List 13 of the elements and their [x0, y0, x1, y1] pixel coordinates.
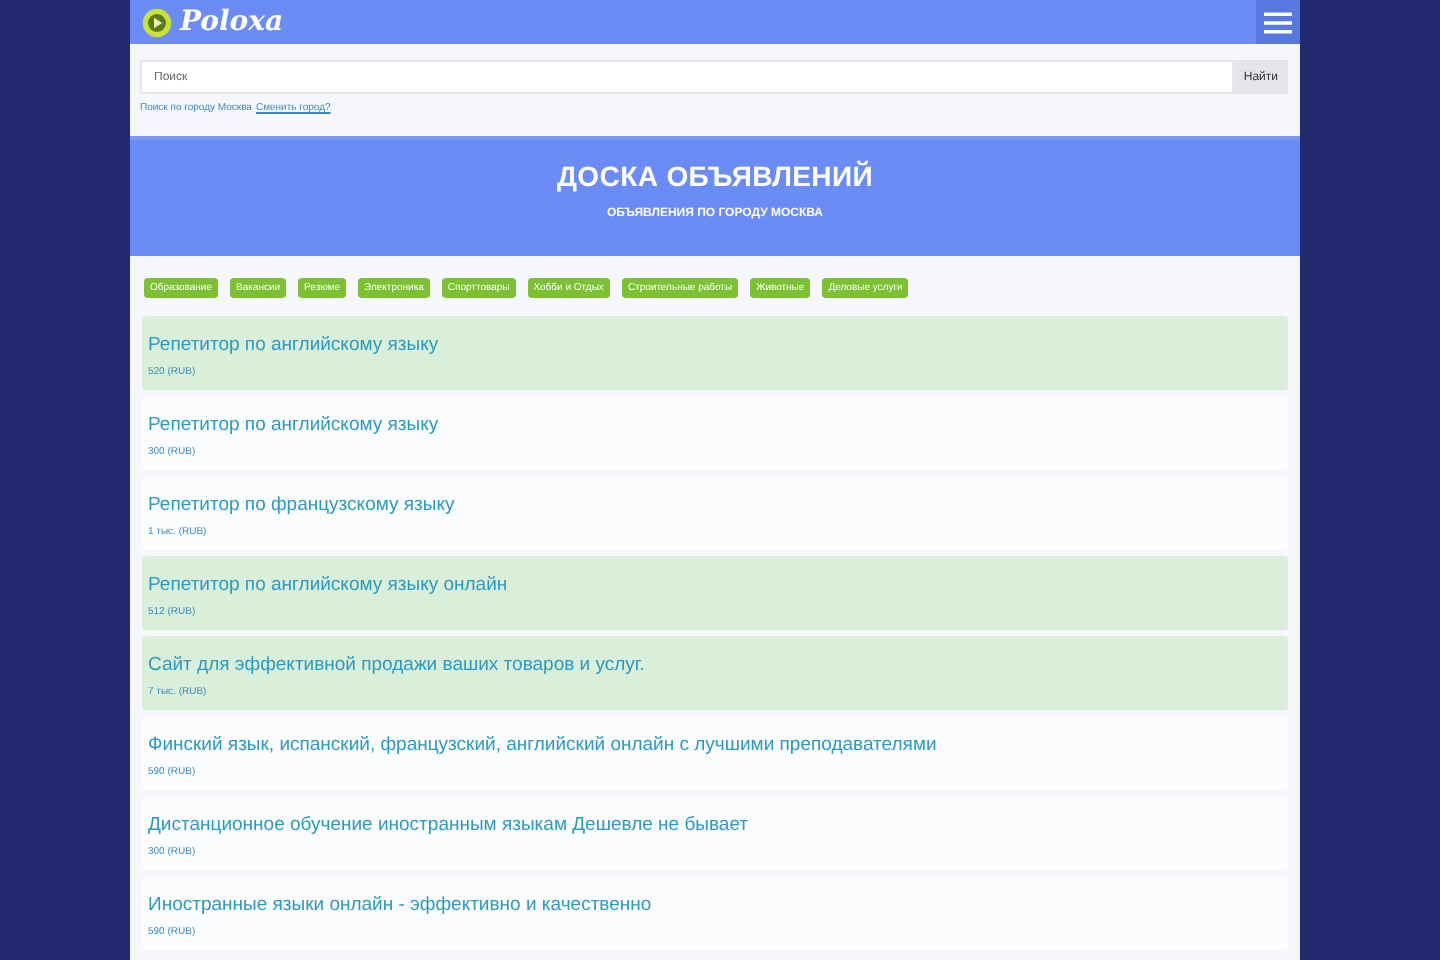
logo-icon: [142, 7, 172, 37]
listing-title[interactable]: Репетитор по французскому языку: [148, 494, 1282, 516]
logo-text[interactable]: Poloxa: [180, 6, 284, 38]
listing-title[interactable]: Репетитор по английскому языку: [148, 414, 1282, 436]
listing-title[interactable]: Финский язык, испанский, французский, английский онлайн с лучшими преподавателями: [148, 734, 1282, 756]
listing-title[interactable]: Дистанционное обучение иностранным языкам Дешевле не бывает: [148, 814, 1282, 836]
listing-title[interactable]: Репетитор по английскому языку онлайн: [148, 574, 1282, 596]
listing-title[interactable]: Сайт для эффективной продажи ваших товаров и услуг.: [148, 654, 1282, 676]
menu-icon: [1264, 11, 1292, 33]
banner-title: ДОСКА ОБЪЯВЛЕНИЙ: [555, 160, 875, 192]
menu-button[interactable]: [1256, 0, 1300, 44]
listing-title[interactable]: Репетитор по английскому языку: [148, 334, 1282, 356]
listing-title[interactable]: Иностранные языки онлайн - эффективно и качественно: [148, 894, 1282, 916]
